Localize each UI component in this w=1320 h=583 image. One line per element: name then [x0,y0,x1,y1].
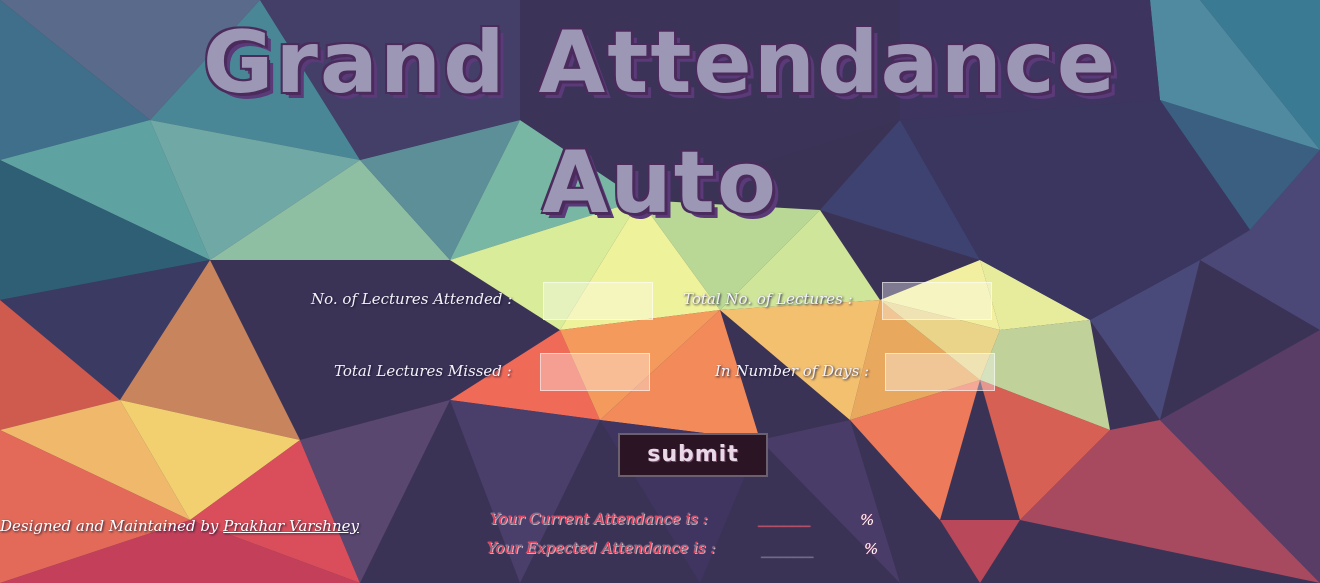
expected-attendance-unit: % [864,540,879,558]
current-attendance-value: _______ [758,509,811,527]
credit-prefix: Designed and Maintained by [0,517,219,535]
expected-attendance-value: _______ [761,540,814,558]
attended-input[interactable] [543,282,653,320]
page-title-line2: Auto [542,133,778,233]
missed-input[interactable] [540,353,650,391]
current-attendance-label: Your Current Attendance is : [490,510,708,528]
total-lectures-label: Total No. of Lectures : [683,290,853,308]
author-link[interactable]: Prakhar Varshney [223,517,359,535]
attended-label: No. of Lectures Attended : [311,290,513,308]
days-input[interactable] [885,353,995,391]
expected-attendance-label: Your Expected Attendance is : [487,539,716,557]
missed-label: Total Lectures Missed : [334,362,512,380]
credit-line: Designed and Maintained by Prakhar Varsh… [0,517,359,535]
days-label: In Number of Days : [715,362,870,380]
current-attendance-unit: % [860,511,875,529]
submit-button[interactable]: submit [618,433,768,477]
total-lectures-input[interactable] [882,282,992,320]
page-title-line1: Grand Attendance [202,13,1118,113]
